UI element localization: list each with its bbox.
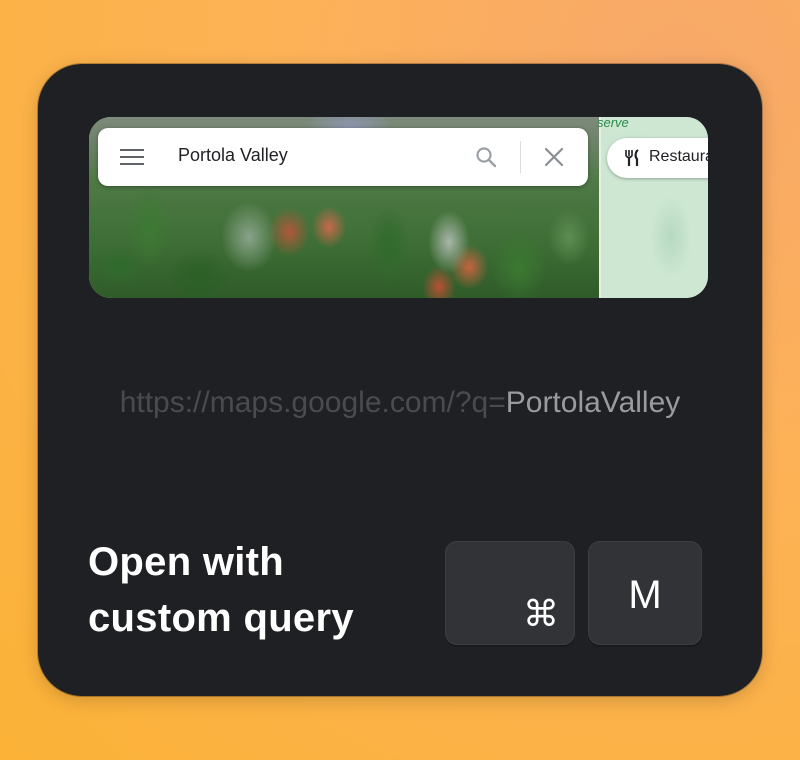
search-divider <box>520 141 521 173</box>
caption-line-2: custom query <box>88 596 354 640</box>
maps-search-bar[interactable]: Portola Valley <box>98 128 588 186</box>
chip-label: Restaurants <box>649 148 708 165</box>
command-key-label: ⌘ <box>523 594 559 635</box>
hamburger-menu-icon[interactable] <box>120 149 144 165</box>
shortcut-card: serve Portola Valley Restaur https://map… <box>38 64 762 696</box>
search-icon[interactable] <box>474 145 498 169</box>
caption-line-1: Open with <box>88 540 285 584</box>
url-prefix: https://maps.google.com/?q= <box>119 386 506 419</box>
fork-knife-icon <box>625 149 639 166</box>
url-template: https://maps.google.com/?q=PortolaValley <box>38 386 762 420</box>
m-key-label: M <box>628 573 662 617</box>
feature-caption: Open with custom query <box>88 534 354 646</box>
close-icon[interactable] <box>543 146 565 168</box>
maps-preview: serve Portola Valley Restaur <box>89 117 708 298</box>
url-query: PortolaValley <box>505 386 681 419</box>
m-key: M <box>588 541 702 645</box>
search-input[interactable]: Portola Valley <box>178 145 288 166</box>
command-key: ⌘ <box>445 541 575 645</box>
map-place-label: serve <box>597 117 629 130</box>
restaurants-chip[interactable]: Restaurants <box>607 138 708 178</box>
